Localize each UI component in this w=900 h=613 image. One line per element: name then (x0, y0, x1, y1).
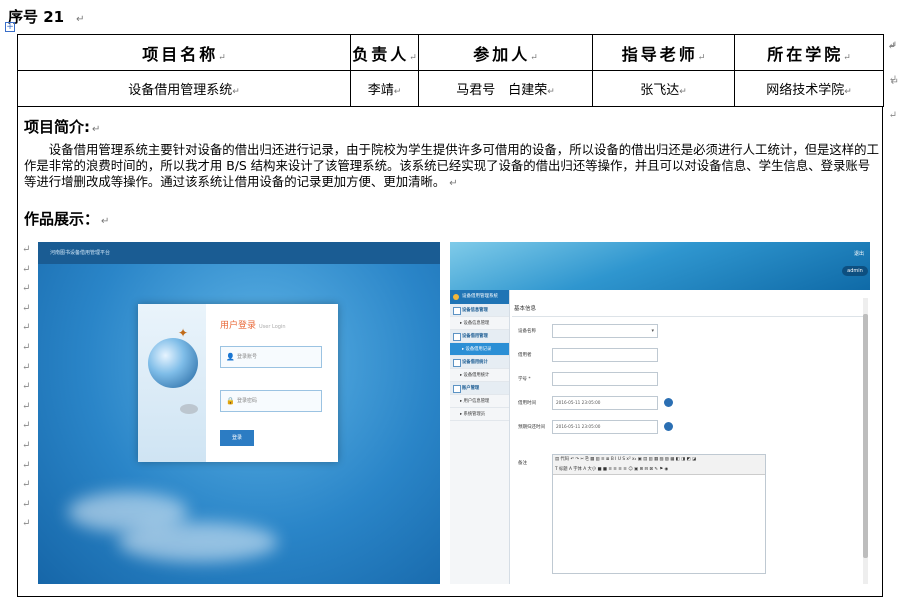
calendar-icon[interactable] (664, 422, 673, 431)
content-cell: 项目简介: ↵ 设备借用管理系统主要针对设备的借出归还进行记录，由于院校为学生提供… (17, 106, 883, 597)
butterfly-icon: ✦ (178, 326, 189, 340)
login-button[interactable]: 登录 (220, 430, 254, 446)
mouse-icon (180, 404, 198, 414)
login-topbar: 河南图书设备借用管理平台 (38, 242, 440, 264)
admin-sidebar: 设备借用管理系统 设备信息管理 ▸ 设备信息管理 设备借用管理 ▸ 设备借用记录 设备借… (450, 290, 510, 584)
login-title: 用户登录 User Login (220, 321, 286, 331)
field-input[interactable] (552, 372, 658, 386)
header-leader: 负责人↵ (350, 34, 419, 71)
main-title: 基本信息 (512, 294, 864, 317)
intro-title: 项目简介: ↵ (24, 118, 101, 136)
exit-link[interactable]: 退出 (854, 250, 864, 257)
cell-leader: 李靖↵ (350, 70, 419, 107)
user-icon: 👤 (226, 353, 235, 361)
field-label: 借用时间 (518, 401, 536, 406)
sidebar-item[interactable]: ▸ 设备信息管理 (450, 317, 509, 330)
calendar-icon[interactable] (664, 398, 673, 407)
cell-participants: 马君号 白建荣↵ (418, 70, 593, 107)
intro-text: 设备借用管理系统主要针对设备的借出归还进行记录，由于院校为学生提供许多可借用的设… (24, 142, 879, 189)
login-illustration: ✦ (138, 304, 206, 462)
paragraph-marks-column: ↵ ↵ ↵ ↵ ↵ ↵ ↵ ↵ ↵ ↵ ↵ ↵ ↵ ↵ ↵ (22, 244, 31, 530)
field-label: 学号 * (518, 377, 531, 382)
serial-heading: 序号 21 ↵ (8, 6, 85, 27)
form-buttons: 添加重置 (552, 578, 636, 584)
admin-header: 退出 admin (450, 242, 870, 290)
header-participants: 参加人↵ (418, 34, 593, 71)
sidebar-item[interactable]: 设备借用统计 (450, 356, 509, 369)
admin-main: 基本信息 设备名称借用者学号 * 借用时间 2016-05-11 23:05:00 预… (512, 294, 864, 584)
rich-text-editor[interactable]: ▤ 代码 ↶ ↷ ✂ ⎘ ▦ ▥ ≡ ≣ B I U S x² x₂ ▣ ▤ ▥… (552, 454, 766, 574)
scrollbar[interactable] (863, 298, 868, 584)
sidebar-item[interactable]: ▸ 用户信息管理 (450, 395, 509, 408)
field-input[interactable] (552, 348, 658, 362)
admin-screenshot: 退出 admin 设备借用管理系统 设备信息管理 ▸ 设备信息管理 设备借用管理 ▸ … (450, 242, 870, 584)
table-row: 设备借用管理系统↵ 李靖↵ 马君号 白建荣↵ 张飞达↵ 网络技术学院↵ ↵ (17, 70, 899, 107)
username-input[interactable]: 👤 登录账号 (220, 346, 322, 368)
showcase-title: 作品展示： ↵ (24, 210, 110, 228)
header-advisor: 指导老师↵ (592, 34, 735, 71)
table-move-handle-icon[interactable]: + (5, 22, 15, 32)
sidebar-item[interactable]: 设备信息管理 (450, 304, 509, 317)
header-project-name: 项目名称↵ (17, 34, 351, 71)
serial-heading-text: 序号 21 (8, 8, 65, 26)
password-input[interactable]: 🔒 登录密码 (220, 390, 322, 412)
field-label: 预期归还时间 (518, 425, 545, 430)
cell-college: 网络技术学院↵ ↵ (734, 70, 899, 107)
header-college: 所在学院↵ ↵ (734, 34, 896, 71)
field-label: 设备名称 (518, 329, 536, 334)
editor-toolbar[interactable]: ▤ 代码 ↶ ↷ ✂ ⎘ ▦ ▥ ≡ ≣ B I U S x² x₂ ▣ ▤ ▥… (553, 455, 765, 475)
sidebar-item[interactable]: ▸ 设备借用记录 (450, 343, 509, 356)
lock-icon: 🔒 (226, 397, 235, 405)
field-label: 借用者 (518, 353, 532, 358)
login-screenshot: 河南图书设备借用管理平台 ✦ 用户登录 User Login 👤 登录账号 🔒 登录密… (38, 242, 440, 584)
login-card: ✦ 用户登录 User Login 👤 登录账号 🔒 登录密码 登录 (138, 304, 338, 462)
globe-icon (148, 338, 198, 388)
user-badge[interactable]: admin (842, 266, 868, 276)
sidebar-item[interactable]: ▸ 系统管理员 (450, 408, 509, 421)
sidebar-item[interactable]: 设备借用管理 (450, 330, 509, 343)
cell-project-name: 设备借用管理系统↵ (17, 70, 351, 107)
field-input[interactable]: 2016-05-11 23:05:00 (552, 396, 658, 410)
table-header-row: 项目名称↵ 负责人↵ 参加人↵ 指导老师↵ 所在学院↵ ↵ (17, 34, 896, 71)
sidebar-title: 设备借用管理系统 (450, 290, 509, 304)
cell-advisor: 张飞达↵ (592, 70, 735, 107)
field-input[interactable]: 2016-05-11 23:05:00 (552, 420, 658, 434)
field-input[interactable] (552, 324, 658, 338)
paragraph-mark: ↵ (76, 14, 85, 25)
sidebar-item[interactable]: 账户管理 (450, 382, 509, 395)
sidebar-item[interactable]: ▸ 设备借用统计 (450, 369, 509, 382)
project-info-table: 项目名称↵ 负责人↵ 参加人↵ 指导老师↵ 所在学院↵ ↵ 设备借用管理系统↵ 李… (17, 34, 899, 107)
